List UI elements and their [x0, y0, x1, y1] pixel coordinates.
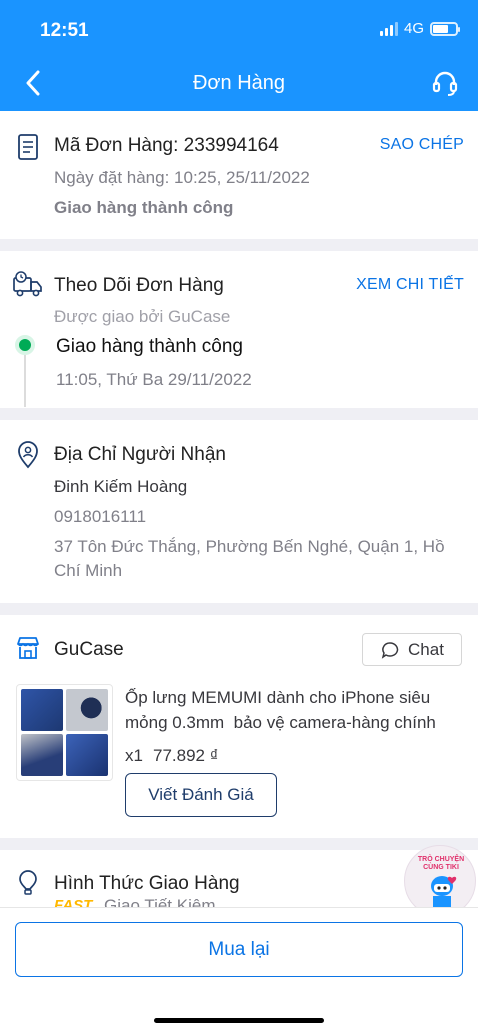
write-review-button[interactable]: Viết Đánh Giá [125, 773, 277, 817]
tracking-title: Theo Dõi Đơn Hàng [54, 275, 224, 296]
product-title-line1[interactable]: Ốp lưng MEMUMI dành cho iPhone siêu [125, 688, 430, 708]
chat-bubble-icon [381, 641, 399, 659]
timeline-dot [15, 335, 35, 355]
recipient-address-line1: 37 Tôn Đức Thắng, Phường Bến Nghé, Quận … [54, 537, 445, 556]
tracking-status: Giao hàng thành công [56, 336, 243, 357]
support-button[interactable] [430, 68, 460, 98]
product-image[interactable] [16, 684, 113, 781]
copy-button[interactable]: SAO CHÉP [380, 136, 464, 154]
app-header: 12:51 4G Đơn Hàng [0, 0, 478, 111]
battery-icon [430, 21, 460, 36]
chat-label: Chat [408, 639, 444, 659]
network-label: 4G [403, 20, 424, 37]
shop-name[interactable]: GuCase [54, 639, 124, 661]
section-divider [0, 408, 478, 420]
status-time: 12:51 [40, 20, 89, 41]
tracking-time: 11:05, Thứ Ba 29/11/2022 [56, 370, 252, 389]
order-date: Ngày đặt hàng: 10:25, 25/11/2022 [54, 168, 310, 187]
order-status: Giao hàng thành công [54, 198, 234, 217]
shipping-balloon-icon [14, 868, 42, 896]
page-title: Đơn Hàng [192, 72, 286, 94]
section-divider [0, 838, 478, 850]
tracking-carrier: Được giao bởi GuCase [54, 307, 231, 326]
home-indicator[interactable] [154, 1018, 324, 1023]
recipient-name: Đinh Kiếm Hoàng [54, 477, 188, 496]
recipient-phone: 0918016111 [54, 507, 147, 526]
order-code: Mã Đơn Hàng: 233994164 [54, 135, 279, 156]
store-icon [14, 634, 42, 662]
shipping-title: Hình Thức Giao Hàng [54, 873, 240, 894]
product-qty: x1 [125, 746, 143, 765]
timeline-line [24, 349, 26, 407]
recipient-address-line2: Chí Minh [54, 561, 123, 580]
view-detail-link[interactable]: XEM CHI TIẾT [356, 276, 464, 294]
tiki-chat-text: TRÒ CHUYỆN CÙNG TIKI [417, 856, 465, 871]
status-indicators: 4G [379, 20, 460, 37]
product-title-line2[interactable]: mỏng 0.3mm bảo vệ camera-hàng chính [125, 713, 436, 733]
document-icon [14, 133, 42, 161]
product-price: 77.892 ₫ [153, 746, 219, 765]
headset-icon [432, 71, 458, 96]
address-title: Địa Chỉ Người Nhận [54, 444, 226, 465]
section-divider [0, 239, 478, 251]
signal-icon [379, 21, 398, 36]
location-pin-icon [14, 441, 42, 469]
chat-button[interactable]: Chat [362, 633, 462, 666]
rebuy-button[interactable]: Mua lại [15, 922, 463, 977]
section-divider [0, 603, 478, 615]
truck-icon [12, 270, 44, 298]
